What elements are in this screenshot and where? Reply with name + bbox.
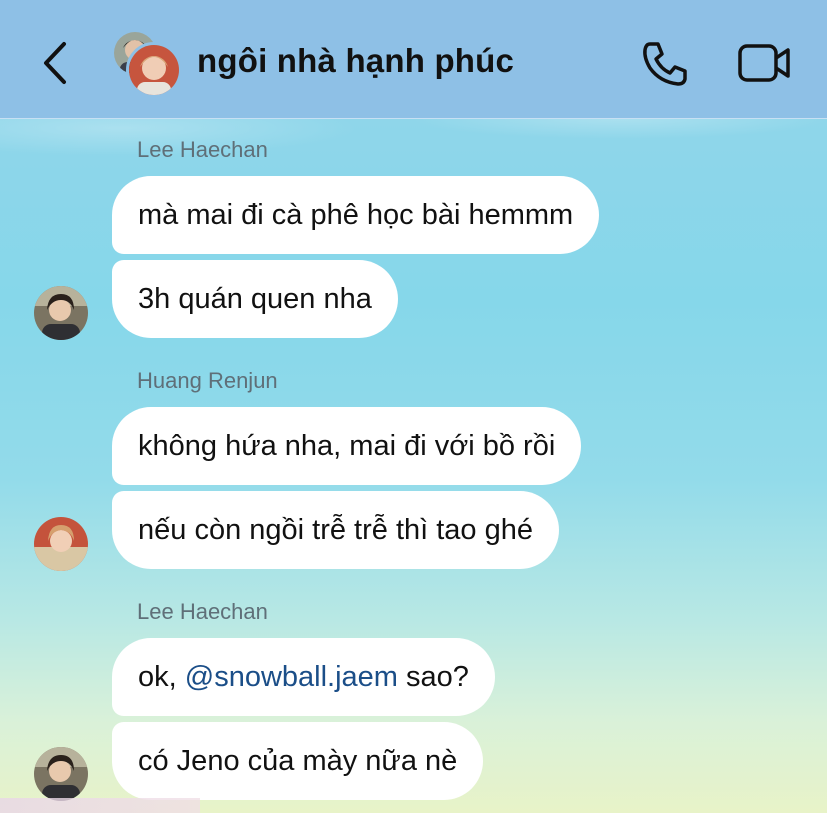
message-bubble[interactable]: ok, @snowball.jaem sao?	[112, 638, 495, 716]
chat-title[interactable]: ngôi nhà hạnh phúc	[197, 42, 514, 80]
message-bubble[interactable]: có Jeno của mày nữa nè	[112, 722, 484, 800]
chat-header: ngôi nhà hạnh phúc	[0, 0, 827, 119]
sender-name: Lee Haechan	[137, 137, 268, 162]
sender-name: Lee Haechan	[137, 599, 268, 624]
message-bubble[interactable]: mà mai đi cà phê học bài hemmm	[112, 176, 600, 254]
sender-name: Huang Renjun	[137, 368, 278, 393]
message-bubble[interactable]: 3h quán quen nha	[112, 260, 398, 338]
group-avatar[interactable]	[112, 30, 182, 98]
avatar[interactable]	[34, 747, 88, 801]
phone-icon	[643, 42, 687, 86]
avatar[interactable]	[34, 286, 88, 340]
message-text: sao?	[397, 661, 469, 693]
call-button[interactable]	[640, 40, 690, 86]
message-bubble[interactable]: không hứa nha, mai đi với bồ rồi	[112, 407, 582, 485]
mention-link[interactable]: @snowball.jaem	[185, 661, 398, 693]
member-avatar	[126, 42, 182, 98]
message-bubble[interactable]: nếu còn ngồi trễ trễ thì tao ghé	[112, 491, 559, 569]
avatar[interactable]	[34, 517, 88, 571]
video-camera-icon	[738, 44, 790, 82]
back-button[interactable]	[36, 40, 76, 86]
background-decoration	[0, 798, 200, 813]
chevron-left-icon	[44, 42, 66, 84]
message-text: ok,	[138, 661, 185, 693]
video-call-button[interactable]	[736, 40, 792, 86]
